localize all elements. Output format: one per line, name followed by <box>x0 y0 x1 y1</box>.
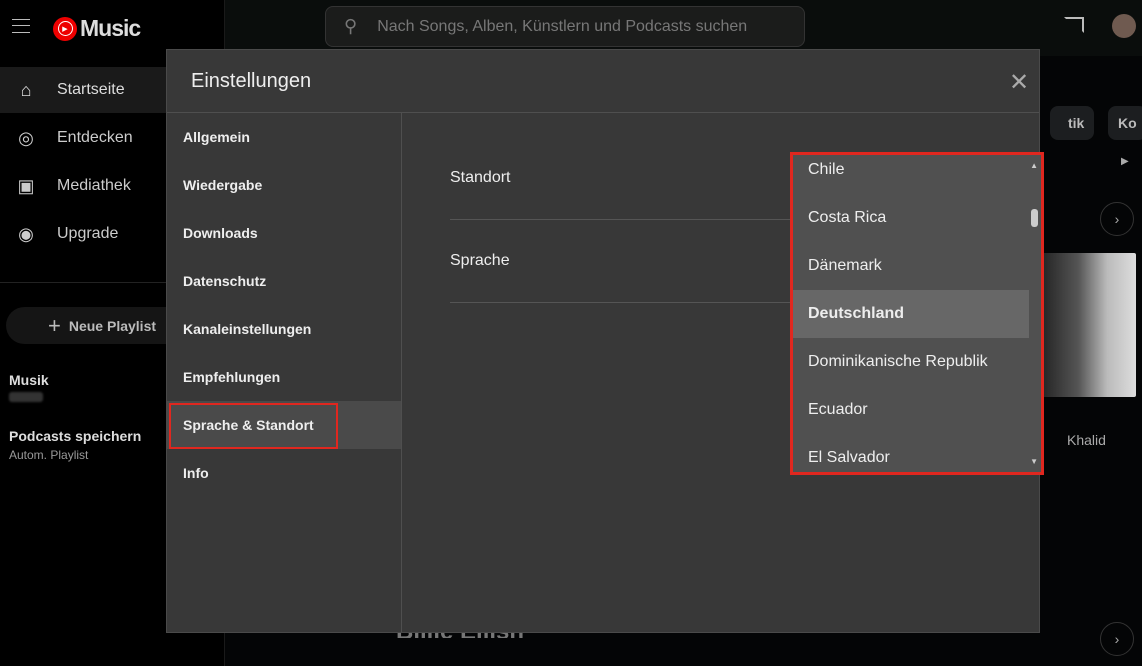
sidebar-item-label: Upgrade <box>57 225 119 242</box>
setting-standort: Standort <box>450 137 805 220</box>
new-playlist-label: Neue Playlist <box>68 317 157 334</box>
option-chile[interactable]: Chile <box>793 155 1029 194</box>
setting-sprache: Sprache <box>450 220 805 303</box>
avatar[interactable] <box>1112 14 1136 38</box>
divider <box>401 113 402 632</box>
blurred-subtitle <box>9 392 43 402</box>
compass-icon: ◎ <box>18 127 34 148</box>
search-placeholder: Nach Songs, Alben, Künstlern und Podcast… <box>377 17 748 35</box>
scroll-up-arrow-icon[interactable]: ▲ <box>1030 161 1038 170</box>
option-el-salvador[interactable]: El Salvador <box>793 434 1029 472</box>
menu-datenschutz[interactable]: Datenschutz <box>167 257 401 305</box>
menu-kanaleinstellungen[interactable]: Kanaleinstellungen <box>167 305 401 353</box>
menu-wiedergabe[interactable]: Wiedergabe <box>167 161 401 209</box>
menu-info[interactable]: Info <box>167 449 401 497</box>
menu-allgemein[interactable]: Allgemein <box>167 113 401 161</box>
menu-empfehlungen[interactable]: Empfehlungen <box>167 353 401 401</box>
home-icon: ⌂ <box>20 79 32 100</box>
menu-icon[interactable] <box>12 19 30 33</box>
menu-downloads[interactable]: Downloads <box>167 209 401 257</box>
close-icon[interactable]: ✕ <box>1007 68 1031 97</box>
scrollbar-thumb[interactable] <box>1031 209 1038 227</box>
option-deutschland[interactable]: Deutschland <box>793 290 1029 338</box>
cast-icon[interactable] <box>1064 17 1084 33</box>
youtube-music-logo[interactable]: ▶ Music <box>53 15 141 42</box>
option-ecuador[interactable]: Ecuador <box>793 386 1029 434</box>
location-dropdown-list[interactable]: Chile Costa Rica Dänemark Deutschland Do… <box>790 152 1044 475</box>
next-button[interactable]: › <box>1100 202 1134 236</box>
artist-label[interactable]: Khalid <box>1067 432 1106 448</box>
sidebar-item-label: Mediathek <box>57 177 131 194</box>
play-logo-icon: ▶ <box>53 16 77 41</box>
option-costa-rica[interactable]: Costa Rica <box>793 194 1029 242</box>
sidebar-item-label: Startseite <box>57 81 125 98</box>
chevron-right-icon[interactable]: ▶ <box>1121 156 1129 167</box>
next-button[interactable]: › <box>1100 622 1134 656</box>
artist-thumbnail[interactable] <box>1040 253 1136 397</box>
option-daenemark[interactable]: Dänemark <box>793 242 1029 290</box>
menu-sprache-standort[interactable]: Sprache & Standort <box>167 401 401 449</box>
scroll-down-arrow-icon[interactable]: ▼ <box>1030 457 1038 466</box>
chip[interactable]: Ko <box>1108 106 1142 140</box>
upgrade-icon: ◉ <box>18 223 34 244</box>
dialog-title: Einstellungen <box>191 70 312 92</box>
setting-label: Sprache <box>450 252 510 269</box>
search-icon: ⚲ <box>344 16 358 36</box>
playlist-musik[interactable]: Musik <box>9 372 49 388</box>
plus-icon: + <box>48 312 61 338</box>
library-icon: ▣ <box>17 175 35 196</box>
setting-label: Standort <box>450 169 511 186</box>
playlist-podcasts[interactable]: Podcasts speichern <box>9 428 141 444</box>
option-dominikanische-republik[interactable]: Dominikanische Republik <box>793 338 1029 386</box>
chip[interactable]: tik <box>1050 106 1095 140</box>
logo-text: Music <box>80 15 141 41</box>
playlist-subtitle: Autom. Playlist <box>9 448 89 462</box>
highlight-box <box>169 403 338 449</box>
search-input[interactable]: ⚲ Nach Songs, Alben, Künstlern und Podcas… <box>325 6 805 47</box>
sidebar-item-label: Entdecken <box>57 129 133 146</box>
